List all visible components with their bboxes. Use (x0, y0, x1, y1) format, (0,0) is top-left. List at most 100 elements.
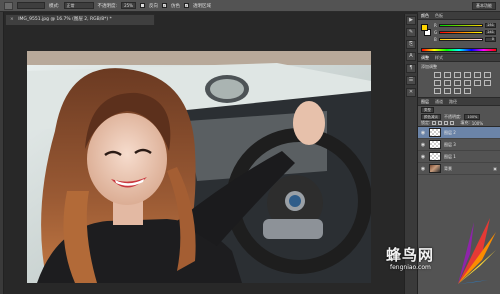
blue-channel-label: B (434, 37, 437, 42)
reverse-checkbox[interactable] (139, 3, 145, 8)
layer-row[interactable]: ◉ 图层 3 (418, 139, 500, 151)
hue-saturation-icon[interactable] (484, 72, 491, 78)
blend-row: 颜色减淡 不透明度: 100% (418, 113, 500, 120)
posterize-icon[interactable] (434, 88, 441, 94)
layers-panel-tabs: 图层 通道 路径 (418, 98, 500, 106)
document-tab[interactable]: × IMG_9551.jpg @ 16.7% (图层 2, RGB/8*) * (5, 14, 155, 25)
green-value[interactable]: 241 (485, 30, 496, 35)
visibility-eye-icon[interactable]: ◉ (420, 130, 426, 136)
photo-filter-icon[interactable] (454, 80, 461, 86)
lock-paint-icon[interactable] (438, 121, 443, 125)
reverse-label: 反向 (148, 3, 158, 9)
lock-label: 锁定: (421, 120, 431, 125)
red-slider[interactable]: R 251 (434, 23, 498, 28)
layer-name: 图层 3 (444, 141, 456, 147)
color-panel: R 251 G 241 B 0 (418, 20, 500, 54)
exposure-icon[interactable] (464, 72, 471, 78)
layer-name: 背景 (444, 165, 452, 171)
layer-kind-filter[interactable]: 类型 (421, 106, 434, 113)
channel-mixer-icon[interactable] (464, 80, 471, 86)
green-channel-label: G (434, 30, 438, 35)
blue-value[interactable]: 0 (485, 37, 496, 42)
tab-adjustments[interactable]: 调整 (421, 54, 429, 61)
blue-slider-track[interactable] (439, 38, 483, 41)
lock-row: 锁定: 填充: 100% (418, 120, 500, 127)
green-slider[interactable]: G 241 (434, 30, 498, 35)
fill-label: 填充: (460, 120, 470, 125)
gradient-map-icon[interactable] (454, 88, 461, 94)
tab-swatches[interactable]: 色板 (435, 12, 443, 19)
lock-all-icon[interactable] (450, 121, 455, 125)
adjustments-panel: 添加调整 (418, 62, 500, 98)
foreground-color-swatch[interactable] (421, 24, 428, 31)
adjustment-icons-grid (434, 72, 494, 94)
red-channel-label: R (434, 23, 437, 28)
color-panel-tabs: 颜色 色板 (418, 12, 500, 20)
gradient-preset-select[interactable] (17, 2, 45, 9)
transparency-checkbox[interactable]: ✓ (183, 3, 189, 8)
threshold-icon[interactable] (444, 88, 451, 94)
tab-layers[interactable]: 图层 (421, 98, 429, 105)
watermark-brand: 蜂鸟网 (386, 246, 435, 264)
invert-icon[interactable] (484, 80, 491, 86)
layer-opacity-input[interactable]: 100% (464, 113, 481, 120)
play-icon[interactable]: ▶ (406, 16, 416, 25)
adjustments-title: 添加调整 (421, 64, 437, 69)
dither-label: 仿色 (170, 3, 180, 9)
curves-icon[interactable] (454, 72, 461, 78)
layer-name: 图层 2 (444, 129, 456, 135)
opacity-label: 不透明度: (97, 3, 118, 9)
visibility-eye-icon[interactable]: ◉ (420, 142, 426, 148)
adjustments-panel-tabs: 调整 样式 (418, 54, 500, 62)
layer-thumbnail (429, 128, 441, 137)
watermark-url: fengniao.com (390, 264, 431, 271)
visibility-eye-icon[interactable]: ◉ (420, 154, 426, 160)
fill-input[interactable]: 100% (472, 121, 483, 126)
lock-move-icon[interactable] (444, 121, 449, 125)
layer-row[interactable]: ◉ 图层 1 (418, 151, 500, 163)
brightness-icon[interactable] (434, 72, 441, 78)
blue-slider[interactable]: B 0 (434, 37, 498, 42)
gradient-tool-icon[interactable] (4, 1, 13, 10)
tab-paths[interactable]: 路径 (449, 98, 457, 105)
layer-filter-row: 类型 (418, 106, 500, 113)
color-balance-icon[interactable] (434, 80, 441, 86)
close-tab-icon[interactable]: × (10, 17, 14, 22)
watermark: 蜂鸟网 fengniao.com (378, 214, 498, 294)
character-icon[interactable]: ¶ (406, 64, 416, 73)
portrait-photo (27, 51, 371, 283)
layer-row[interactable]: ◉ 图层 2 (418, 127, 500, 139)
tab-color[interactable]: 颜色 (421, 12, 429, 19)
layer-thumbnail (429, 164, 441, 173)
brush-icon[interactable]: ✎ (406, 28, 416, 37)
canvas-image[interactable] (27, 51, 371, 283)
layer-row[interactable]: ◉ 背景 ▣ (418, 163, 500, 175)
toolbox (0, 12, 4, 294)
black-white-icon[interactable] (444, 80, 451, 86)
red-value[interactable]: 251 (485, 23, 496, 28)
workspace-select[interactable]: 基本功能 (472, 2, 496, 10)
lock-icon: ▣ (493, 166, 497, 171)
paragraph-icon[interactable]: ☰ (406, 76, 416, 85)
tab-styles[interactable]: 样式 (435, 54, 443, 61)
red-slider-track[interactable] (439, 24, 483, 27)
selective-color-icon[interactable] (464, 88, 471, 94)
transparency-label: 透明区域 (192, 3, 211, 9)
mode-select[interactable]: 正常 (63, 2, 94, 9)
color-lookup-icon[interactable] (474, 80, 481, 86)
clone-icon[interactable]: ⎘ (406, 40, 416, 49)
lock-pixels-icon[interactable] (432, 121, 437, 125)
dither-checkbox[interactable]: ✓ (161, 3, 167, 8)
levels-icon[interactable] (444, 72, 451, 78)
options-bar: 模式: 正常 不透明度: 25% 反向 ✓ 仿色 ✓ 透明区域 基本功能 (0, 0, 500, 12)
tools-icon[interactable]: ✕ (406, 88, 416, 97)
text-icon[interactable]: A (406, 52, 416, 61)
color-spectrum-bar[interactable] (421, 48, 497, 52)
layer-thumbnail (429, 140, 441, 149)
visibility-eye-icon[interactable]: ◉ (420, 166, 426, 172)
tab-channels[interactable]: 通道 (435, 98, 443, 105)
opacity-input[interactable]: 25% (121, 2, 136, 9)
vibrance-icon[interactable] (474, 72, 481, 78)
blend-mode-select[interactable]: 颜色减淡 (421, 113, 441, 120)
green-slider-track[interactable] (439, 31, 483, 34)
